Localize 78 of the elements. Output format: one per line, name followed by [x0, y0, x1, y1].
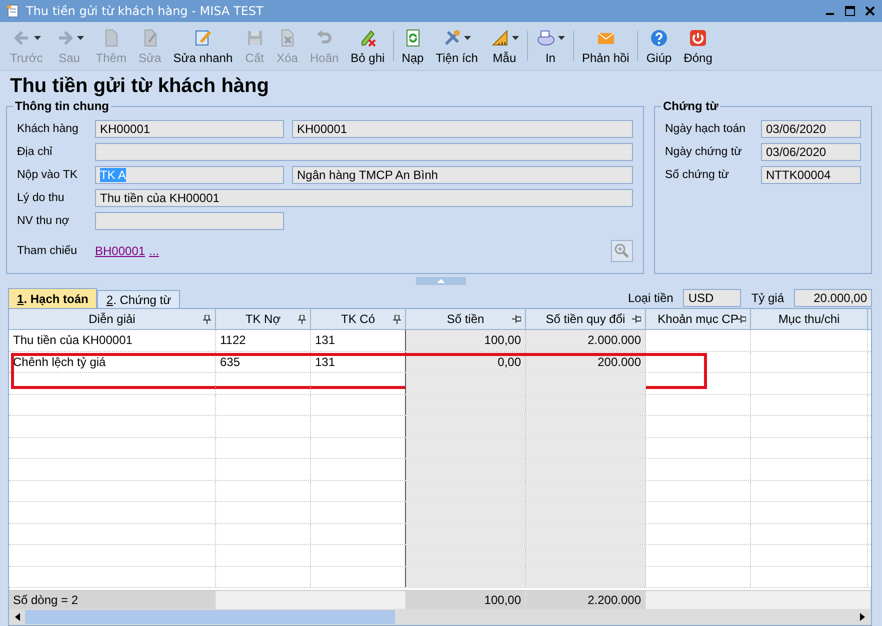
toolbar-button[interactable]: Giúp — [640, 26, 678, 66]
table-cell: 1122 — [216, 330, 311, 350]
caret-icon — [464, 36, 472, 40]
selected-text: TK A — [100, 168, 126, 182]
close-icon[interactable] — [864, 5, 876, 17]
table-cell: 2.000.000 — [526, 330, 646, 350]
app-icon — [6, 4, 20, 18]
field-label: Địa chỉ — [17, 146, 54, 158]
edit-icon — [192, 28, 213, 48]
more-link[interactable]: ... — [149, 244, 160, 258]
customer-code-field[interactable]: KH00001 — [95, 120, 284, 138]
rate-label: Tỷ giá — [751, 291, 784, 305]
column-header[interactable]: Số tiền quy đổi — [526, 309, 646, 329]
column-header[interactable]: Khoản mục CP — [646, 309, 751, 329]
customer-name-field[interactable]: KH00001 — [292, 120, 633, 138]
panel-title: Chứng từ — [661, 99, 720, 113]
voucher-field[interactable]: 03/06/2020 — [761, 120, 861, 138]
currency-field[interactable]: USD — [683, 289, 742, 307]
pin-icon[interactable] — [203, 315, 211, 324]
collector-field[interactable] — [95, 212, 284, 230]
voucher-field[interactable]: 03/06/2020 — [761, 143, 861, 161]
rate-field[interactable]: 20.000,00 — [794, 289, 872, 307]
column-header[interactable]: Diễn giải — [9, 309, 216, 329]
tab[interactable]: 2. Chứng từ — [97, 290, 180, 308]
address-field[interactable] — [95, 143, 633, 161]
pin-icon[interactable] — [737, 315, 746, 323]
toolbar-button[interactable]: Tiện ích — [430, 26, 484, 66]
caret-icon — [558, 36, 565, 40]
toolbar-button[interactable]: Sửa nhanh — [167, 26, 239, 66]
tools-icon — [442, 28, 462, 48]
table-cell: Thu tiền của KH00001 — [9, 330, 216, 350]
help-icon — [649, 28, 670, 48]
toolbar-button[interactable]: Bỏ ghi — [344, 26, 391, 66]
toolbar-button[interactable]: Phản hồi — [576, 26, 636, 66]
column-header[interactable]: Số tiền — [406, 309, 526, 329]
reason-field[interactable]: Thu tiền của KH00001 — [95, 189, 633, 207]
field-label: NV thu nợ — [17, 215, 70, 227]
pin-icon[interactable] — [512, 315, 521, 323]
maximize-icon[interactable] — [844, 5, 856, 17]
pin-icon[interactable] — [393, 315, 401, 324]
field-label: Số chứng từ — [665, 169, 730, 181]
toolbar-button[interactable]: Mẫu — [484, 26, 525, 66]
voucher-field[interactable]: NTTK00004 — [761, 166, 861, 184]
bank-name-field[interactable]: Ngân hàng TMCP An Bình — [292, 166, 633, 184]
pin-icon[interactable] — [298, 315, 306, 324]
field-label: Ngày hạch toán — [665, 123, 747, 135]
panel-title: Thông tin chung — [13, 99, 111, 113]
currency-label: Loại tiền — [628, 291, 674, 305]
column-header[interactable]: TK Có — [311, 309, 406, 329]
window-title: Thu tiền gửi từ khách hàng - MISA TEST — [26, 4, 264, 18]
field-label: Lý do thu — [17, 192, 66, 204]
table-cell: Chênh lệch tỷ giá — [9, 352, 216, 372]
field-label: Tham chiếu — [17, 245, 78, 257]
field-label: Ngày chứng từ — [665, 146, 743, 158]
field-label: Nộp vào TK — [17, 169, 79, 181]
pin-icon[interactable] — [632, 315, 641, 323]
table-cell: 635 — [216, 352, 311, 372]
caret-icon — [34, 36, 41, 40]
reference-link[interactable]: BH00001 — [95, 244, 146, 258]
row-count: Số dòng = 2 — [9, 591, 216, 609]
caret-icon — [76, 36, 84, 40]
column-header[interactable]: TK Nợ — [216, 309, 311, 329]
total-amount: 100,00 — [406, 591, 526, 609]
total-converted: 2.200.000 — [526, 591, 646, 609]
horizontal-scrollbar[interactable] — [9, 609, 871, 625]
ruler-icon — [490, 28, 510, 48]
toolbar-button[interactable]: Nạp — [396, 26, 430, 66]
column-header[interactable]: Mục thu/chi — [751, 309, 868, 329]
power-icon — [688, 28, 708, 48]
toolbar-button[interactable]: Đóng — [678, 26, 718, 66]
toolbar-button[interactable]: In — [530, 26, 571, 66]
tab[interactable]: 1. Hạch toán — [8, 288, 98, 308]
table-cell: 100,00 — [406, 330, 526, 350]
up-triangle-icon — [437, 279, 445, 283]
field-label: Khách hàng — [17, 123, 80, 135]
caret-icon — [512, 36, 519, 40]
page-heading: Thu tiền gửi từ khách hàng — [9, 74, 270, 98]
printer-icon — [536, 28, 556, 48]
